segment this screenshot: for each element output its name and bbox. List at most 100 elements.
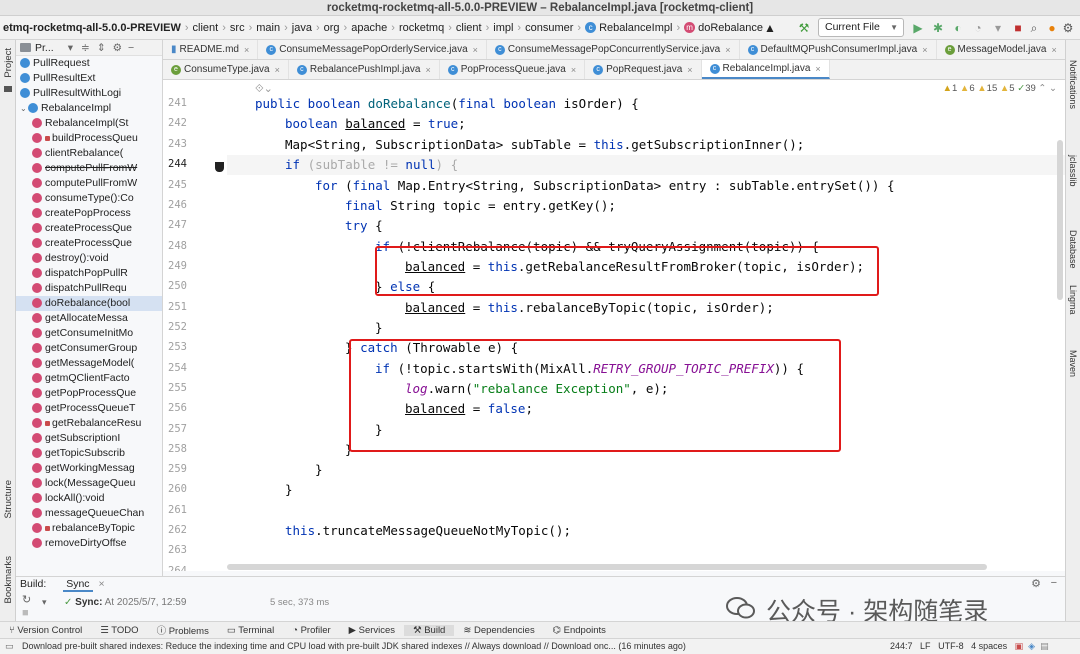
project-tree-item[interactable]: createProcessQue — [16, 221, 162, 236]
chevron-down-icon[interactable]: ▾ — [68, 42, 73, 54]
close-icon[interactable]: × — [725, 45, 730, 55]
lock-icon[interactable]: ▣ — [1015, 641, 1024, 651]
indent-setting[interactable]: 4 spaces — [971, 641, 1007, 651]
breadcrumb-apache[interactable]: apache — [348, 22, 390, 34]
project-tree-item[interactable]: RebalanceImpl(St — [16, 116, 162, 131]
search-everywhere-icon[interactable]: ⌕ — [1026, 20, 1042, 36]
project-tree-item[interactable]: PullResultExt — [16, 71, 162, 86]
close-icon[interactable]: × — [275, 65, 280, 75]
project-tree-item[interactable]: getConsumerGroup — [16, 341, 162, 356]
breadcrumb-main[interactable]: main — [253, 22, 283, 34]
close-icon[interactable]: × — [922, 45, 927, 55]
inspection-widget[interactable]: ▲1 ▲6 ▲15 ▲5 ✓39 ⌃ ⌄ — [943, 83, 1057, 94]
line-number[interactable]: 254 — [163, 362, 187, 374]
tab-default-mq-push-consumer[interactable]: c DefaultMQPushConsumerImpl.java × — [740, 40, 937, 59]
project-tree-item[interactable]: clientRebalance( — [16, 146, 162, 161]
tab-message-model[interactable]: e MessageModel.java × — [937, 40, 1065, 59]
hide-icon[interactable]: − — [128, 42, 134, 54]
line-number[interactable]: 244 — [163, 158, 187, 170]
chevron-down-icon[interactable]: ⌄ — [1049, 83, 1057, 94]
project-tree-item[interactable]: computePullFromW — [16, 176, 162, 191]
project-tree-item[interactable]: consumeType():Co — [16, 191, 162, 206]
caret-position[interactable]: 244:7 — [890, 641, 913, 651]
breadcrumb-rocketmq[interactable]: rocketmq — [396, 22, 447, 34]
project-tree-item[interactable]: PullResultWithLogi — [16, 86, 162, 101]
project-tree-item[interactable]: getConsumeInitMo — [16, 326, 162, 341]
line-number[interactable]: 261 — [163, 504, 187, 516]
tab-rebalance-impl[interactable]: c RebalanceImpl.java × — [701, 60, 830, 79]
tool-todo[interactable]: ☰ TODO — [91, 625, 147, 636]
close-icon[interactable]: × — [571, 65, 576, 75]
tab-pop-process-queue[interactable]: c PopProcessQueue.java × — [440, 60, 586, 79]
build-icon[interactable]: ⚒ — [796, 20, 812, 36]
tool-version-control[interactable]: ⑂ Version Control — [0, 625, 91, 636]
project-tree-item[interactable]: lock(MessageQueu — [16, 476, 162, 491]
run-icon[interactable]: ▶ — [910, 20, 926, 36]
gear-icon[interactable]: ⚙ — [113, 42, 122, 54]
file-encoding[interactable]: UTF-8 — [938, 641, 964, 651]
project-tree-item[interactable]: getProcessQueueT — [16, 401, 162, 416]
profile-icon[interactable]: ◔ — [970, 20, 986, 36]
hammer-icon[interactable]: ▲ — [762, 20, 778, 36]
line-number[interactable]: 257 — [163, 423, 187, 435]
tool-profiler[interactable]: ◔ Profiler — [283, 625, 339, 636]
project-panel-title[interactable]: Pr... — [35, 42, 54, 54]
project-tree-item[interactable]: lockAll():void — [16, 491, 162, 506]
breadcrumb-class[interactable]: c RebalanceImpl — [582, 22, 675, 34]
tab-consume-pop-concurrently[interactable]: c ConsumeMessagePopConcurrentlyService.ja… — [487, 40, 740, 59]
line-number[interactable]: 243 — [163, 138, 187, 150]
more-icon[interactable]: ▾ — [990, 20, 1006, 36]
line-number[interactable]: 252 — [163, 321, 187, 333]
line-number[interactable]: 264 — [163, 565, 187, 571]
project-tree-item[interactable]: getTopicSubscrib — [16, 446, 162, 461]
stop-icon[interactable]: ■ — [1010, 20, 1026, 36]
project-tree-item[interactable]: getRebalanceResu — [16, 416, 162, 431]
horizontal-scrollbar[interactable] — [227, 564, 987, 570]
jclasslib-tool-button[interactable]: jclasslib — [1068, 155, 1078, 187]
project-tree-item[interactable]: ⌄ RebalanceImpl — [16, 101, 162, 116]
sync-tab[interactable]: Sync — [63, 578, 93, 592]
line-number[interactable]: 251 — [163, 301, 187, 313]
bookmark-icon[interactable] — [215, 162, 224, 172]
close-icon[interactable]: × — [244, 45, 249, 55]
notifications-tool-button[interactable]: Notifications — [1068, 60, 1078, 109]
project-tree-item[interactable]: dispatchPullRequ — [16, 281, 162, 296]
line-number[interactable]: 249 — [163, 260, 187, 272]
line-number[interactable]: 245 — [163, 179, 187, 191]
chevron-up-icon[interactable]: ⌃ — [1038, 83, 1046, 94]
chevron-down-icon[interactable]: ▾ — [42, 597, 47, 608]
settings-icon[interactable]: ⚙ — [1060, 20, 1076, 36]
bookmarks-tool-button[interactable]: Bookmarks — [3, 556, 14, 604]
tool-build[interactable]: ⚒ Build — [404, 624, 455, 636]
tool-problems[interactable]: ⓘ Problems — [148, 623, 218, 637]
project-tree-item[interactable]: rebalanceByTopic — [16, 521, 162, 536]
tab-consume-type[interactable]: e ConsumeType.java × — [163, 60, 289, 79]
line-number[interactable]: 246 — [163, 199, 187, 211]
line-number[interactable]: 256 — [163, 402, 187, 414]
run-configuration-select[interactable]: Current File ▼ — [818, 18, 904, 37]
update-icon[interactable]: ● — [1044, 20, 1060, 36]
breadcrumb-project[interactable]: etmq-rocketmq-all-5.0.0-PREVIEW — [0, 22, 184, 34]
code-editor[interactable]: 241 242 243 244 245 246 247 248 249 250 251 252 253 2… — [163, 80, 1065, 571]
project-tree-item[interactable]: computePullFromW — [16, 161, 162, 176]
tool-services[interactable]: ▶ Services — [340, 625, 404, 636]
structure-tool-button[interactable]: Structure — [3, 480, 14, 519]
collapse-all-icon[interactable]: ≑ — [81, 42, 90, 54]
tab-rebalance-push-impl[interactable]: c RebalancePushImpl.java × — [289, 60, 440, 79]
project-tree-item[interactable]: removeDirtyOffse — [16, 536, 162, 551]
refresh-icon[interactable]: ↻ — [22, 593, 31, 606]
tab-consume-pop-orderly[interactable]: c ConsumeMessagePopOrderlyService.java × — [258, 40, 487, 59]
project-tree-item[interactable]: createPopProcess — [16, 206, 162, 221]
breadcrumb-method[interactable]: m doRebalance — [681, 22, 766, 34]
project-tree-item[interactable]: createProcessQue — [16, 236, 162, 251]
lingma-icon[interactable]: ◈ — [1028, 641, 1035, 651]
close-icon[interactable]: × — [1051, 45, 1056, 55]
debug-icon[interactable]: ✱ — [930, 20, 946, 36]
project-tree-item[interactable]: getSubscriptionI — [16, 431, 162, 446]
line-number[interactable]: 259 — [163, 463, 187, 475]
project-tree-item[interactable]: PullRequest — [16, 56, 162, 71]
project-tree-item[interactable]: getMessageModel( — [16, 356, 162, 371]
line-number[interactable]: 260 — [163, 483, 187, 495]
maven-tool-button[interactable]: Maven — [1068, 350, 1078, 377]
expand-icon[interactable]: ⇕ — [97, 42, 106, 54]
